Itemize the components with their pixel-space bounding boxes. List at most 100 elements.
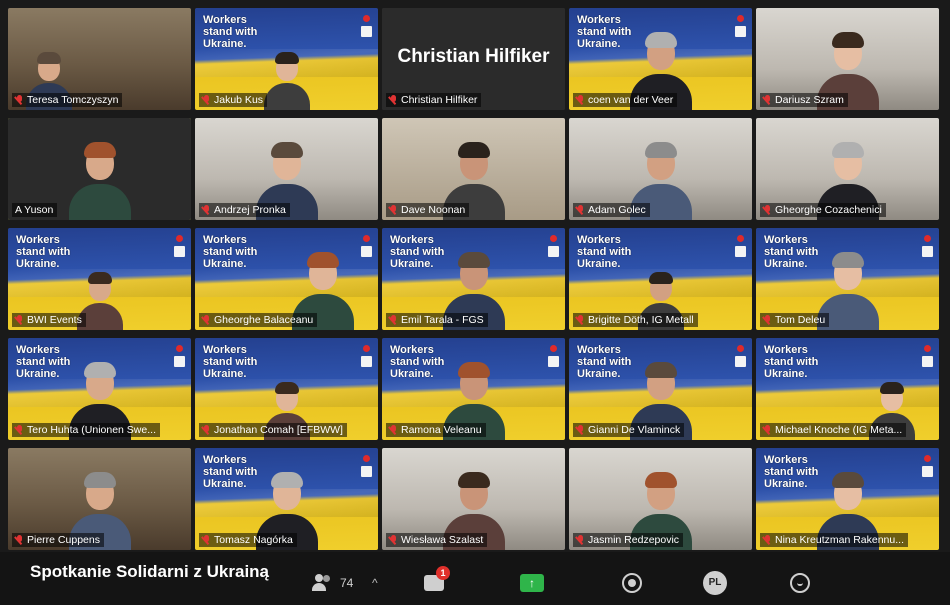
participants-button[interactable]: 74	[312, 570, 353, 596]
reactions-icon	[790, 573, 810, 593]
participant-tile[interactable]: Workers stand with Ukraine. Brigitte Döth…	[569, 228, 752, 330]
participant-name-label: Christian Hilfiker	[386, 93, 482, 107]
mic-muted-icon	[576, 424, 585, 436]
participant-tile[interactable]: Workers stand with Ukraine. coen van der …	[569, 8, 752, 110]
virtual-background-text: Workers stand with Ukraine.	[16, 234, 71, 270]
participant-name: BWI Events	[27, 314, 82, 326]
participant-name: Gheorghe Cozachenici	[775, 204, 882, 216]
torso	[263, 83, 310, 110]
hair	[457, 472, 490, 488]
participant-name-label: Jasmin Redzepovic	[573, 533, 684, 547]
hair	[270, 472, 303, 488]
torso	[68, 184, 131, 220]
participant-tile[interactable]: Pierre Cuppens	[8, 448, 191, 550]
participant-name-label: Andrzej Pronka	[199, 203, 290, 217]
participant-tile[interactable]: Workers stand with Ukraine. Michael Knoch…	[756, 338, 939, 440]
participant-tile[interactable]: Gheorghe Cozachenici	[756, 118, 939, 220]
hair	[831, 32, 864, 48]
participant-tile[interactable]: Andrzej Pronka	[195, 118, 378, 220]
mic-muted-icon	[576, 534, 585, 546]
union-logo-icon	[361, 356, 372, 367]
participant-name: Tomasz Nagórka	[214, 534, 293, 546]
participant-tile[interactable]: Workers stand with Ukraine. Gheorghe Bala…	[195, 228, 378, 330]
virtual-background-text: Workers stand with Ukraine.	[577, 14, 632, 50]
union-logo-icon	[361, 246, 372, 257]
participant-name-label: Dariusz Szram	[760, 93, 848, 107]
virtual-background-text: Workers stand with Ukraine.	[203, 234, 258, 270]
red-dot-icon	[924, 455, 931, 462]
red-dot-icon	[924, 235, 931, 242]
participant-video	[263, 52, 310, 110]
participant-name-label: Emil Tarala - FGS	[386, 313, 488, 327]
participant-name: Jonathan Comah [EFBWW]	[214, 424, 343, 436]
participant-name-label: Gheorghe Balaceanu	[199, 313, 318, 327]
participant-tile[interactable]: Christian Hilfiker Christian Hilfiker	[382, 8, 565, 110]
hair	[644, 362, 677, 378]
red-dot-icon	[176, 345, 183, 352]
participants-icon	[312, 574, 334, 592]
participant-tile[interactable]: Workers stand with Ukraine. Jakub Kus	[195, 8, 378, 110]
union-logo-icon	[735, 26, 746, 37]
mic-muted-icon	[763, 314, 772, 326]
participant-tile[interactable]: Workers stand with Ukraine. BWI Events	[8, 228, 191, 330]
participant-tile[interactable]: A Yuson	[8, 118, 191, 220]
hair	[307, 252, 339, 268]
virtual-background-text: Workers stand with Ukraine.	[203, 454, 258, 490]
participant-name: Gianni De Vlaminck	[588, 424, 681, 436]
participant-name-label: Tero Huhta (Unionen Swe...	[12, 423, 160, 437]
red-dot-icon	[363, 235, 370, 242]
participant-display-name: Christian Hilfiker	[397, 46, 550, 67]
mic-muted-icon	[576, 314, 585, 326]
participant-tile[interactable]: Dariusz Szram	[756, 8, 939, 110]
union-logo-icon	[922, 466, 933, 477]
participant-name-label: A Yuson	[12, 203, 58, 217]
reactions-button[interactable]	[790, 570, 810, 596]
participant-tile[interactable]: Jasmin Redzepovic	[569, 448, 752, 550]
mic-muted-icon	[389, 314, 398, 326]
participant-tile[interactable]: Workers stand with Ukraine. Tom Deleu	[756, 228, 939, 330]
participant-name: Dariusz Szram	[775, 94, 844, 106]
participant-tile[interactable]: Teresa Tomczyszyn	[8, 8, 191, 110]
red-dot-icon	[363, 15, 370, 22]
mic-muted-icon	[389, 424, 398, 436]
participant-tile[interactable]: Workers stand with Ukraine. Gianni De Vla…	[569, 338, 752, 440]
profile-button[interactable]: PL	[703, 570, 727, 596]
mic-muted-icon	[576, 94, 585, 106]
participant-tile[interactable]: Wiesława Szalast	[382, 448, 565, 550]
red-dot-icon	[363, 345, 370, 352]
participant-name-label: Nina Kreutzman Rakennu...	[760, 533, 908, 547]
participant-tile[interactable]: Adam Golec	[569, 118, 752, 220]
participant-name-label: Michael Knoche (IG Meta...	[760, 423, 907, 437]
virtual-background-text: Workers stand with Ukraine.	[764, 454, 819, 490]
record-button[interactable]	[622, 570, 642, 596]
mic-muted-icon	[763, 204, 772, 216]
participant-tile[interactable]: Workers stand with Ukraine. Jonathan Coma…	[195, 338, 378, 440]
participant-name-label: Tom Deleu	[760, 313, 830, 327]
hair	[644, 472, 677, 488]
hair	[457, 142, 490, 158]
chat-button[interactable]: 1	[424, 566, 450, 596]
participant-name: Christian Hilfiker	[401, 94, 478, 106]
virtual-background-text: Workers stand with Ukraine.	[203, 344, 258, 380]
avatar: PL	[703, 571, 727, 595]
meeting-toolbar: Spotkanie Solidarni z Ukrainą 74 ^ 1 ↑ P…	[0, 552, 950, 605]
participant-name-label: Dave Noonan	[386, 203, 470, 217]
participant-tile[interactable]: Workers stand with Ukraine. Tero Huhta (U…	[8, 338, 191, 440]
participant-name: Nina Kreutzman Rakennu...	[775, 534, 904, 546]
participant-name: Tom Deleu	[775, 314, 826, 326]
virtual-background-text: Workers stand with Ukraine.	[16, 344, 71, 380]
participant-tile[interactable]: Workers stand with Ukraine. Tomasz Nagórk…	[195, 448, 378, 550]
participant-name: Ramona Veleanu	[401, 424, 482, 436]
participant-name-label: Jonathan Comah [EFBWW]	[199, 423, 347, 437]
union-logo-icon	[922, 246, 933, 257]
share-screen-button[interactable]: ↑	[520, 570, 544, 596]
participant-tile[interactable]: Dave Noonan	[382, 118, 565, 220]
participant-tile[interactable]: Workers stand with Ukraine. Emil Tarala -…	[382, 228, 565, 330]
union-logo-icon	[735, 356, 746, 367]
participants-caret[interactable]: ^	[372, 570, 378, 596]
hair	[457, 252, 490, 268]
participant-tile[interactable]: Workers stand with Ukraine. Ramona Velean…	[382, 338, 565, 440]
participant-tile[interactable]: Workers stand with Ukraine. Nina Kreutzma…	[756, 448, 939, 550]
union-logo-icon	[922, 356, 933, 367]
virtual-background-text: Workers stand with Ukraine.	[577, 234, 632, 270]
